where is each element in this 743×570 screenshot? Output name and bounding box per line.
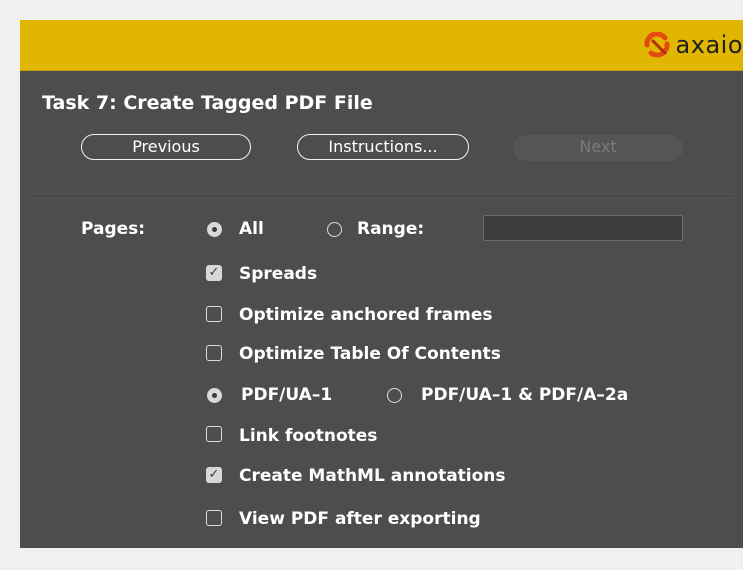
export-dialog-panel: axaio Task 7: Create Tagged PDF File Pre… <box>20 20 743 548</box>
task-title: Task 7: Create Tagged PDF File <box>42 92 373 114</box>
pages-range-radio[interactable] <box>327 222 342 237</box>
pages-label: Pages: <box>81 219 146 239</box>
create-mathml-checkbox[interactable]: ✓ <box>206 467 222 483</box>
optimize-toc-checkbox[interactable] <box>206 345 222 361</box>
optimize-anchored-frames-label[interactable]: Optimize anchored frames <box>239 304 493 326</box>
optimize-toc-label[interactable]: Optimize Table Of Contents <box>239 343 501 365</box>
next-button[interactable]: Next <box>513 135 683 161</box>
pdf-ua1-radio[interactable] <box>207 388 222 403</box>
pages-all-radio[interactable] <box>207 222 222 237</box>
section-divider <box>32 196 732 198</box>
create-mathml-label[interactable]: Create MathML annotations <box>239 465 506 487</box>
view-pdf-checkbox[interactable] <box>206 510 222 526</box>
range-input[interactable] <box>483 215 683 241</box>
pdf-ua1-a2a-label[interactable]: PDF/UA–1 & PDF/A–2a <box>421 384 628 406</box>
pdf-ua1-label[interactable]: PDF/UA–1 <box>241 384 332 406</box>
spreads-label[interactable]: Spreads <box>239 263 317 285</box>
link-footnotes-checkbox[interactable] <box>206 426 222 442</box>
axaio-logo-text: axaio <box>675 31 743 59</box>
axaio-logo-icon <box>644 32 670 58</box>
spreads-checkbox[interactable]: ✓ <box>206 265 222 281</box>
previous-button[interactable]: Previous <box>81 134 251 160</box>
instructions-button[interactable]: Instructions... <box>297 134 469 160</box>
view-pdf-label[interactable]: View PDF after exporting <box>239 508 481 530</box>
pdf-ua1-a2a-radio[interactable] <box>387 388 402 403</box>
brand-bar: axaio <box>20 20 743 71</box>
optimize-anchored-frames-checkbox[interactable] <box>206 306 222 322</box>
link-footnotes-label[interactable]: Link footnotes <box>239 425 377 447</box>
pages-range-label[interactable]: Range: <box>357 218 424 240</box>
pages-all-label[interactable]: All <box>239 218 264 240</box>
axaio-logo: axaio <box>644 32 743 58</box>
